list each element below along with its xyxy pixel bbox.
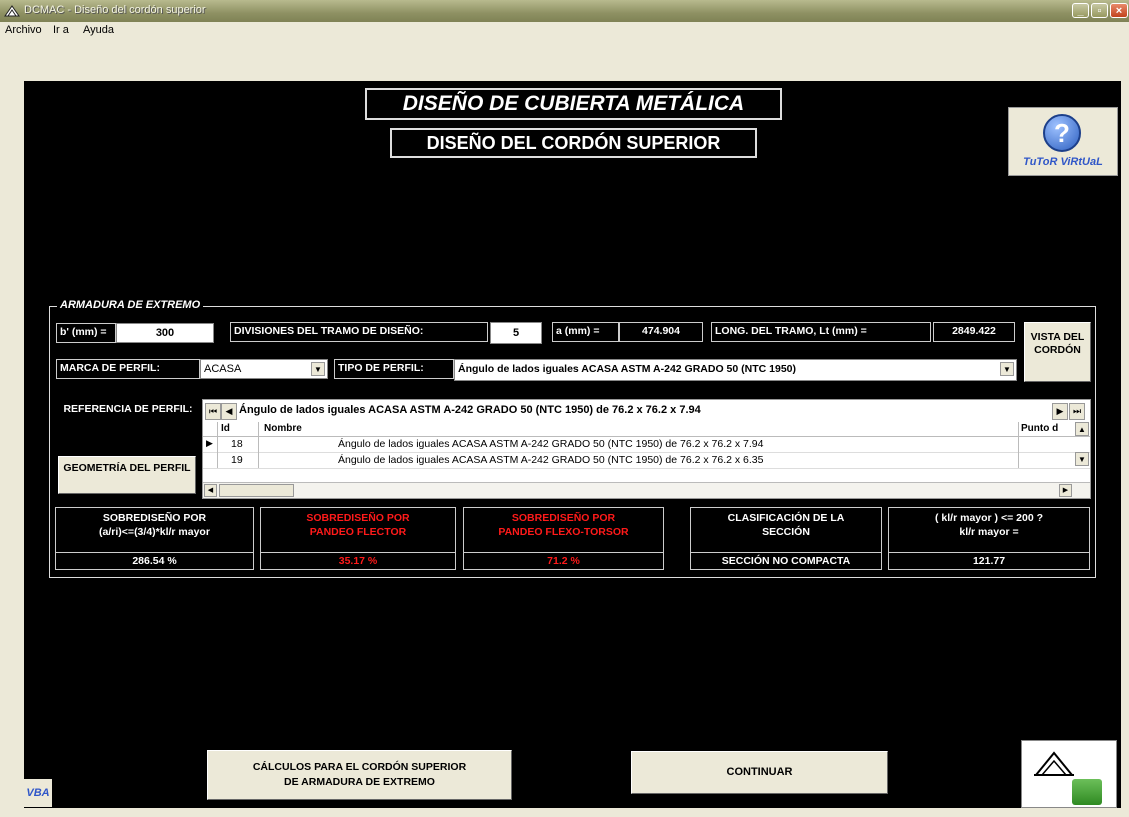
result-title: SOBREDISEÑO POR bbox=[306, 512, 410, 524]
column-id[interactable]: Id bbox=[221, 423, 230, 434]
close-button[interactable]: × bbox=[1110, 3, 1128, 18]
first-record-icon[interactable]: ⏮ bbox=[205, 403, 221, 420]
minimize-button[interactable]: _ bbox=[1072, 3, 1089, 18]
column-punto[interactable]: Punto d bbox=[1021, 423, 1058, 434]
next-record-icon[interactable]: ▶ bbox=[1052, 403, 1068, 420]
window-title: DCMAC - Diseño del cordón superior bbox=[24, 4, 206, 16]
tutor-virtual-label: TuToR ViRtUaL bbox=[1023, 156, 1103, 168]
truss-logo-icon bbox=[1033, 751, 1075, 776]
calculos-button-line2: DE ARMADURA DE EXTREMO bbox=[284, 776, 435, 788]
referencia-label: REFERENCIA DE PERFIL: bbox=[58, 399, 198, 451]
menu-ayuda[interactable]: Ayuda bbox=[83, 24, 114, 36]
result-pandeo-flexo-torsor: SOBREDISEÑO POR PANDEO FLEXO-TORSOR 71.2 … bbox=[463, 507, 664, 570]
b-label: b' (mm) = bbox=[56, 323, 116, 343]
menu-bar: Archivo Ir a Ayuda bbox=[0, 22, 1129, 39]
table-row[interactable]: 19 Ángulo de lados iguales ACASA ASTM A-… bbox=[203, 452, 1090, 469]
geometria-button[interactable]: GEOMETRÍA DEL PERFIL bbox=[58, 456, 196, 494]
result-subtitle: SECCIÓN bbox=[762, 526, 810, 538]
maximize-button[interactable]: ▫ bbox=[1091, 3, 1108, 18]
lt-value: 2849.422 bbox=[933, 322, 1015, 342]
tipo-select-value: Ángulo de lados iguales ACASA ASTM A-242… bbox=[458, 363, 796, 375]
result-title: ( kl/r mayor ) <= 200 ? bbox=[935, 512, 1043, 524]
scroll-right-icon[interactable]: ▶ bbox=[1059, 484, 1072, 497]
a-label: a (mm) = bbox=[552, 322, 619, 342]
menu-archivo[interactable]: Archivo bbox=[5, 24, 42, 36]
scroll-up-icon[interactable]: ▲ bbox=[1075, 422, 1089, 436]
b-input[interactable]: 300 bbox=[116, 323, 214, 343]
menu-ir-a[interactable]: Ir a bbox=[53, 24, 69, 36]
vba-badge: VBA bbox=[24, 779, 52, 807]
chevron-down-icon[interactable]: ▼ bbox=[1000, 362, 1014, 376]
result-sobrediseno-ari: SOBREDISEÑO POR (a/ri)<=(3/4)*kl/r mayor … bbox=[55, 507, 254, 570]
result-value: 121.77 bbox=[889, 552, 1089, 570]
help-icon: ? bbox=[1043, 114, 1081, 152]
result-klr: ( kl/r mayor ) <= 200 ? kl/r mayor = 121.… bbox=[888, 507, 1090, 570]
column-nombre[interactable]: Nombre bbox=[264, 423, 302, 434]
vista-cordon-button[interactable]: VISTA DEL CORDÓN bbox=[1024, 322, 1091, 382]
marca-select[interactable]: ACASA ▼ bbox=[200, 359, 328, 379]
row-nombre: Ángulo de lados iguales ACASA ASTM A-242… bbox=[338, 438, 764, 450]
prev-record-icon[interactable]: ◀ bbox=[221, 403, 237, 420]
a-value: 474.904 bbox=[619, 322, 703, 342]
app-icon bbox=[4, 5, 20, 17]
result-value: 35.17 % bbox=[261, 552, 455, 570]
perfil-grid[interactable]: ⏮ ◀ Ángulo de lados iguales ACASA ASTM A… bbox=[202, 399, 1091, 499]
title-bar: DCMAC - Diseño del cordón superior _ ▫ × bbox=[0, 0, 1129, 22]
scroll-thumb[interactable] bbox=[219, 484, 294, 497]
tipo-label: TIPO DE PERFIL: bbox=[334, 359, 454, 379]
last-record-icon[interactable]: ⏭ bbox=[1069, 403, 1085, 420]
marca-label: MARCA DE PERFIL: bbox=[56, 359, 200, 379]
row-id: 18 bbox=[231, 438, 243, 450]
ub-logo-icon bbox=[1072, 779, 1102, 805]
tipo-select[interactable]: Ángulo de lados iguales ACASA ASTM A-242… bbox=[454, 359, 1017, 381]
logo-box bbox=[1021, 740, 1117, 808]
result-title: CLASIFICACIÓN DE LA bbox=[727, 512, 845, 524]
result-subtitle: PANDEO FLEXO-TORSOR bbox=[498, 526, 629, 538]
row-selector-icon: ▶ bbox=[206, 438, 213, 448]
scroll-left-icon[interactable]: ◀ bbox=[204, 484, 217, 497]
page-subtitle: DISEÑO DEL CORDÓN SUPERIOR bbox=[390, 128, 757, 158]
grid-header: Id Nombre Punto d ▲ bbox=[203, 422, 1090, 437]
calculos-button-line1: CÁLCULOS PARA EL CORDÓN SUPERIOR bbox=[252, 761, 467, 773]
divisiones-label: DIVISIONES DEL TRAMO DE DISEÑO: bbox=[230, 322, 488, 342]
horizontal-scrollbar[interactable]: ◀ ▶ bbox=[203, 482, 1090, 498]
result-subtitle: PANDEO FLECTOR bbox=[309, 526, 407, 538]
record-navigator: ⏮ ◀ Ángulo de lados iguales ACASA ASTM A… bbox=[203, 400, 1090, 423]
result-value: SECCIÓN NO COMPACTA bbox=[691, 552, 881, 570]
tutor-virtual-button[interactable]: ? TuToR ViRtUaL bbox=[1008, 107, 1118, 176]
frame-label: ARMADURA DE EXTREMO bbox=[57, 299, 204, 311]
result-subtitle: (a/ri)<=(3/4)*kl/r mayor bbox=[99, 526, 210, 538]
result-value: 71.2 % bbox=[464, 552, 663, 570]
continuar-button[interactable]: CONTINUAR bbox=[631, 751, 888, 794]
row-id: 19 bbox=[231, 454, 243, 466]
marca-select-value: ACASA bbox=[204, 363, 242, 375]
scroll-down-icon[interactable]: ▼ bbox=[1075, 452, 1089, 466]
chevron-down-icon[interactable]: ▼ bbox=[311, 362, 325, 376]
table-row[interactable]: ▶ 18 Ángulo de lados iguales ACASA ASTM … bbox=[203, 436, 1090, 453]
lt-label: LONG. DEL TRAMO, Lt (mm) = bbox=[711, 322, 931, 342]
result-clasificacion: CLASIFICACIÓN DE LA SECCIÓN SECCIÓN NO CO… bbox=[690, 507, 882, 570]
result-value: 286.54 % bbox=[56, 552, 253, 570]
result-subtitle: kl/r mayor = bbox=[959, 526, 1019, 538]
record-caption: Ángulo de lados iguales ACASA ASTM A-242… bbox=[239, 404, 701, 416]
page-title: DISEÑO DE CUBIERTA METÁLICA bbox=[365, 88, 782, 120]
result-title: SOBREDISEÑO POR bbox=[511, 512, 616, 524]
divisiones-input[interactable]: 5 bbox=[490, 322, 542, 344]
result-pandeo-flector: SOBREDISEÑO POR PANDEO FLECTOR 35.17 % bbox=[260, 507, 456, 570]
calculos-button[interactable]: CÁLCULOS PARA EL CORDÓN SUPERIOR DE ARMA… bbox=[207, 750, 512, 800]
row-nombre: Ángulo de lados iguales ACASA ASTM A-242… bbox=[338, 454, 764, 466]
result-title: SOBREDISEÑO POR bbox=[102, 512, 207, 524]
